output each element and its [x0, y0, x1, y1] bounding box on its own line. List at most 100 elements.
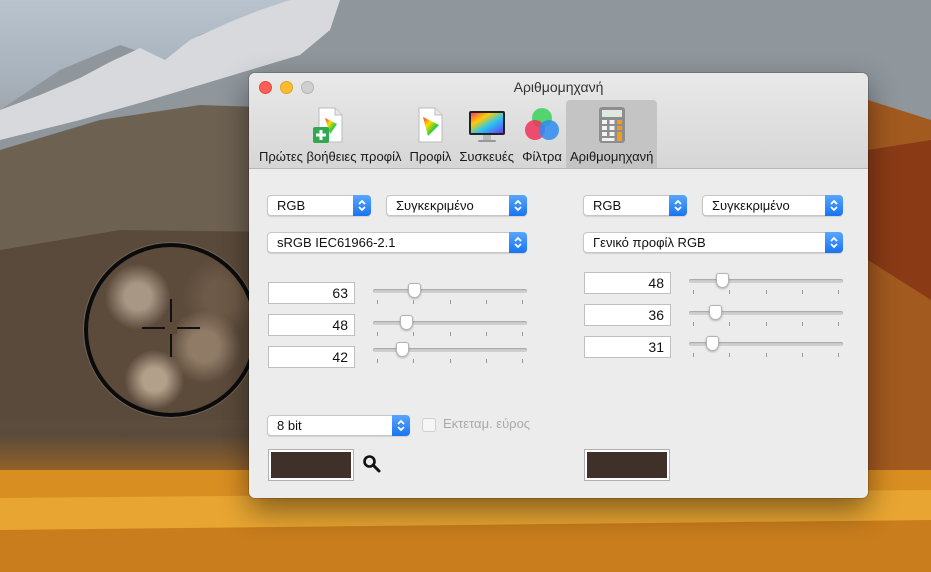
- calculator-pane: RGB Συγκεκριμένο sRGB IEC61966-2.1 63 48…: [249, 169, 868, 498]
- tab-filters[interactable]: Φίλτρα: [518, 100, 566, 168]
- colorsync-utility-window: Αριθμομηχανή Πρώτες βοήθειες προφίλ Προφ…: [249, 73, 868, 498]
- popup-arrows-icon: [509, 232, 527, 253]
- slider-tick: [522, 359, 523, 363]
- slider-tick: [377, 359, 378, 363]
- slider-tick: [486, 359, 487, 363]
- right-channel-2-slider[interactable]: [689, 305, 843, 326]
- popup-value: Συγκεκριμένο: [712, 198, 790, 213]
- slider-tick: [802, 290, 803, 294]
- tab-label: Συσκευές: [459, 149, 514, 164]
- magnifier-icon[interactable]: [362, 454, 382, 474]
- slider-tick: [766, 290, 767, 294]
- swatch-fill: [271, 452, 351, 478]
- slider-tick: [377, 332, 378, 336]
- tab-devices[interactable]: Συσκευές: [455, 100, 518, 168]
- slider-tick: [729, 322, 730, 326]
- popup-value: RGB: [277, 198, 306, 213]
- bit-depth-popup[interactable]: 8 bit: [267, 415, 410, 436]
- slider-tick: [693, 322, 694, 326]
- extended-range-checkbox[interactable]: [422, 418, 436, 432]
- popup-value: 8 bit: [277, 418, 302, 433]
- right-channel-3-slider[interactable]: [689, 336, 843, 357]
- left-channel-2-field[interactable]: 48: [268, 314, 355, 336]
- popup-arrows-icon: [669, 195, 687, 216]
- slider-tick: [838, 353, 839, 357]
- popup-arrows-icon: [353, 195, 371, 216]
- slider-knob[interactable]: [408, 283, 421, 298]
- slider-tick: [802, 322, 803, 326]
- slider-tick: [693, 353, 694, 357]
- calculator-icon: [598, 107, 625, 143]
- tab-label: Αριθμομηχανή: [569, 149, 654, 164]
- popup-value: sRGB IEC61966-2.1: [277, 235, 396, 250]
- slider-tick: [413, 359, 414, 363]
- left-channel-1-field[interactable]: 63: [268, 282, 355, 304]
- slider-track: [373, 289, 527, 293]
- slider-tick: [450, 300, 451, 304]
- extended-range-label: Εκτεταμ. εύρος: [443, 416, 531, 431]
- tab-profiles[interactable]: Προφίλ: [406, 100, 456, 168]
- tab-calculator[interactable]: Αριθμομηχανή: [565, 100, 658, 168]
- slider-tick: [838, 322, 839, 326]
- right-channel-1-slider[interactable]: [689, 273, 843, 294]
- window-titlebar: Αριθμομηχανή Πρώτες βοήθειες προφίλ Προφ…: [249, 73, 868, 169]
- display-device-icon: [468, 111, 505, 142]
- slider-knob[interactable]: [396, 342, 409, 357]
- tab-profile-first-aid[interactable]: Πρώτες βοήθειες προφίλ: [255, 100, 406, 168]
- left-channel-3-field[interactable]: 42: [268, 346, 355, 368]
- profile-first-aid-icon: [313, 107, 343, 143]
- slider-tick: [693, 290, 694, 294]
- popup-arrows-icon: [509, 195, 527, 216]
- slider-tick: [838, 290, 839, 294]
- color-picker-loupe[interactable]: [84, 243, 258, 417]
- slider-track: [689, 279, 843, 283]
- slider-tick: [522, 300, 523, 304]
- tab-label: Φίλτρα: [522, 149, 562, 164]
- left-channel-1-slider[interactable]: [373, 283, 527, 304]
- right-channel-2-field[interactable]: 36: [584, 304, 671, 326]
- slider-tick: [486, 300, 487, 304]
- swatch-fill: [587, 452, 667, 478]
- left-channel-3-slider[interactable]: [373, 342, 527, 363]
- right-channel-3-field[interactable]: 31: [584, 336, 671, 358]
- slider-tick: [450, 359, 451, 363]
- popup-arrows-icon: [825, 232, 843, 253]
- left-color-model-popup[interactable]: RGB: [267, 195, 371, 216]
- crosshair-center: [165, 322, 177, 334]
- slider-tick: [486, 332, 487, 336]
- right-color-swatch[interactable]: [584, 449, 670, 481]
- popup-value: Συγκεκριμένο: [396, 198, 474, 213]
- color-profile-icon: [418, 107, 443, 143]
- slider-tick: [413, 300, 414, 304]
- slider-tick: [450, 332, 451, 336]
- slider-tick: [802, 353, 803, 357]
- popup-value: RGB: [593, 198, 622, 213]
- toolbar: Πρώτες βοήθειες προφίλ Προφίλ Συσκευές Φ…: [255, 100, 658, 168]
- left-profile-popup[interactable]: sRGB IEC61966-2.1: [267, 232, 527, 253]
- slider-knob[interactable]: [716, 273, 729, 288]
- tab-label: Προφίλ: [409, 149, 452, 164]
- right-profile-popup[interactable]: Γενικό προφίλ RGB: [583, 232, 843, 253]
- popup-value: Γενικό προφίλ RGB: [593, 235, 706, 250]
- slider-tick: [729, 353, 730, 357]
- window-title: Αριθμομηχανή: [513, 79, 604, 95]
- slider-tick: [766, 322, 767, 326]
- right-channel-1-field[interactable]: 48: [584, 272, 671, 294]
- slider-tick: [729, 290, 730, 294]
- color-filters-icon: [524, 108, 559, 140]
- right-mode-popup[interactable]: Συγκεκριμένο: [702, 195, 843, 216]
- left-color-swatch[interactable]: [268, 449, 354, 481]
- popup-arrows-icon: [825, 195, 843, 216]
- slider-tick: [377, 300, 378, 304]
- slider-knob[interactable]: [706, 336, 719, 351]
- slider-knob[interactable]: [709, 305, 722, 320]
- left-mode-popup[interactable]: Συγκεκριμένο: [386, 195, 527, 216]
- left-channel-2-slider[interactable]: [373, 315, 527, 336]
- slider-tick: [413, 332, 414, 336]
- popup-arrows-icon: [392, 415, 410, 436]
- slider-tick: [766, 353, 767, 357]
- tab-label: Πρώτες βοήθειες προφίλ: [259, 149, 402, 164]
- slider-knob[interactable]: [400, 315, 413, 330]
- slider-tick: [522, 332, 523, 336]
- right-color-model-popup[interactable]: RGB: [583, 195, 687, 216]
